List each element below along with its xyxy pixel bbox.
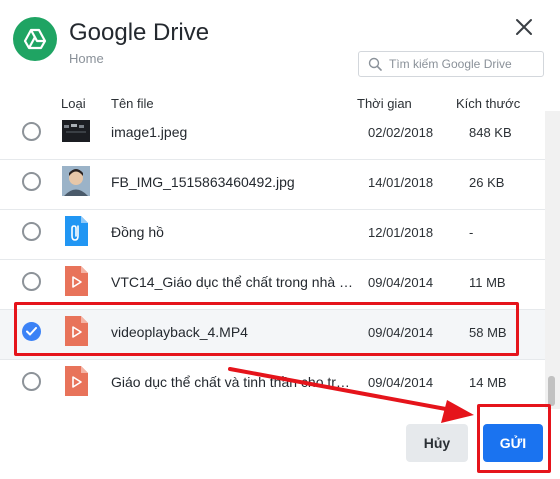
file-name: FB_IMG_1515863460492.jpg xyxy=(111,174,295,190)
file-name: Giáo dục thể chất và tinh thần cho trẻ e… xyxy=(111,374,354,390)
file-name: image1.jpeg xyxy=(111,124,188,140)
select-radio[interactable] xyxy=(22,122,41,141)
file-name: VTC14_Giáo dục thể chất trong nhà trường xyxy=(111,274,354,290)
file-date: 09/04/2014 xyxy=(368,375,434,390)
column-header-type[interactable]: Loại xyxy=(61,96,86,111)
file-size: 26 KB xyxy=(469,175,505,190)
file-name: Đồng hồ xyxy=(111,224,164,240)
file-size: - xyxy=(469,225,474,240)
file-size: 848 KB xyxy=(469,125,512,140)
file-row[interactable]: Giáo dục thể chất và tinh thần cho trẻ e… xyxy=(0,360,545,409)
search-icon xyxy=(368,57,382,76)
select-radio[interactable] xyxy=(22,372,41,391)
column-header-size[interactable]: Kích thước xyxy=(456,96,520,111)
dialog-header: Google Drive Home xyxy=(0,0,560,90)
dialog-footer xyxy=(0,409,560,479)
google-drive-logo xyxy=(13,17,57,61)
attachment-file-icon xyxy=(62,216,90,246)
file-date: 02/02/2018 xyxy=(368,125,434,140)
file-date: 09/04/2014 xyxy=(368,275,434,290)
file-row[interactable]: FB_IMG_1515863460492.jpg 14/01/2018 26 K… xyxy=(0,160,545,210)
file-row[interactable]: image1.jpeg 02/02/2018 848 KB xyxy=(0,111,545,160)
select-radio[interactable] xyxy=(22,222,41,241)
video-file-icon xyxy=(62,266,90,296)
scrollbar-thumb[interactable] xyxy=(548,376,555,406)
dialog-title: Google Drive xyxy=(69,19,210,46)
image-thumbnail xyxy=(62,116,90,146)
close-icon[interactable] xyxy=(513,16,535,38)
file-date: 14/01/2018 xyxy=(368,175,434,190)
video-file-icon xyxy=(62,366,90,396)
highlight-box-selected-file xyxy=(14,302,519,356)
file-list: image1.jpeg 02/02/2018 848 KB FB_IMG_151… xyxy=(0,111,560,409)
file-row[interactable]: Đồng hồ 12/01/2018 - xyxy=(0,210,545,260)
file-date: 12/01/2018 xyxy=(368,225,434,240)
scrollbar-track[interactable] xyxy=(545,111,560,409)
file-size: 14 MB xyxy=(469,375,507,390)
cancel-button[interactable]: Hủy xyxy=(406,424,468,462)
breadcrumb[interactable]: Home xyxy=(69,51,104,66)
column-header-time[interactable]: Thời gian xyxy=(357,96,412,111)
select-radio[interactable] xyxy=(22,272,41,291)
search-input[interactable] xyxy=(389,55,539,73)
search-box[interactable] xyxy=(358,51,544,77)
photo-thumbnail xyxy=(62,166,90,196)
highlight-box-send-button xyxy=(477,404,551,473)
select-radio[interactable] xyxy=(22,172,41,191)
file-size: 11 MB xyxy=(469,275,506,290)
column-header-name[interactable]: Tên file xyxy=(111,96,154,111)
